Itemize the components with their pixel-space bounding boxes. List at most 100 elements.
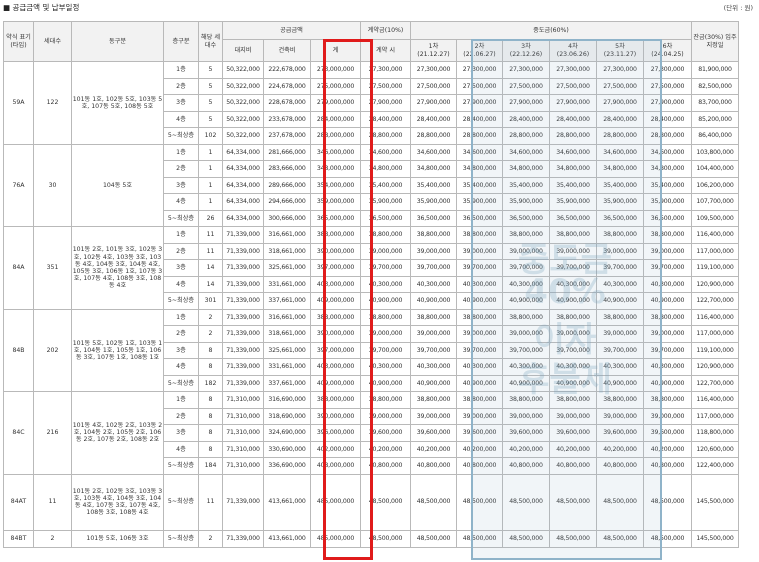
installment-1-cell: 48,500,000 <box>410 473 457 531</box>
watermark-line-4: 후불제 <box>518 360 612 400</box>
households-cell: 202 <box>33 308 72 392</box>
installment-1-cell: 38,800,000 <box>410 226 457 244</box>
dong-cell: 101동 5호, 106동 3호 <box>71 529 164 548</box>
floor-cell: 5~최상층 <box>163 292 199 310</box>
balance-cell: 122,700,000 <box>691 374 739 392</box>
balance-cell: 116,400,000 <box>691 308 739 326</box>
land-cell: 71,339,000 <box>222 242 264 260</box>
unit-count-cell: 26 <box>198 209 223 227</box>
land-cell: 64,334,000 <box>222 176 264 194</box>
unit-count-cell: 11 <box>198 242 223 260</box>
unit-count-cell: 1 <box>198 176 223 194</box>
land-cell: 71,339,000 <box>222 341 264 359</box>
balance-cell: 122,400,000 <box>691 457 739 475</box>
installment-1-cell: 39,700,000 <box>410 341 457 359</box>
balance-cell: 119,100,000 <box>691 259 739 277</box>
unit-count-cell: 184 <box>198 457 223 475</box>
installment-1-cell: 27,300,000 <box>410 61 457 79</box>
households-cell: 351 <box>33 226 72 310</box>
installment-label: 1차 <box>428 43 439 51</box>
balance-cell: 120,600,000 <box>691 440 739 458</box>
balance-cell: 103,800,000 <box>691 143 739 161</box>
header-households: 세대수 <box>33 21 72 62</box>
land-cell: 64,334,000 <box>222 209 264 227</box>
land-cell: 64,334,000 <box>222 143 264 161</box>
land-cell: 71,339,000 <box>222 259 264 277</box>
section-title: ■ 공급금액 및 납부일정 <box>3 3 80 12</box>
households-cell: 122 <box>33 61 72 145</box>
balance-cell: 116,400,000 <box>691 391 739 409</box>
unit-count-cell: 8 <box>198 440 223 458</box>
installment-1-cell: 28,800,000 <box>410 127 457 145</box>
header-row-1: 약식 표기 (타입) 세대수 동구분 층구분 해당 세대수 공급금액 계약금(1… <box>3 21 739 62</box>
installment-1-cell: 27,500,000 <box>410 77 457 95</box>
balance-cell: 104,400,000 <box>691 160 739 178</box>
floor-cell: 3층 <box>163 176 199 194</box>
header-middle: 중도금(60%) <box>410 21 692 40</box>
building-cell: 316,661,000 <box>263 308 311 326</box>
installment-1-cell: 40,900,000 <box>410 374 457 392</box>
floor-cell: 2층 <box>163 325 199 343</box>
installment-1-cell: 39,700,000 <box>410 259 457 277</box>
floor-cell: 2층 <box>163 242 199 260</box>
floor-cell: 5~최상층 <box>163 473 199 531</box>
type-cell: 84BT <box>3 529 34 548</box>
header-balance: 잔금(30%) 입주지정일 <box>691 21 739 62</box>
installment-1-cell: 39,000,000 <box>410 242 457 260</box>
installment-1-cell: 35,400,000 <box>410 176 457 194</box>
watermark-line-2: 40% <box>524 272 606 312</box>
floor-cell: 3층 <box>163 341 199 359</box>
dong-cell: 101동 4호, 102동 2호, 103동 2호, 104동 2호, 105동… <box>71 391 164 475</box>
floor-cell: 4층 <box>163 358 199 376</box>
floor-cell: 4층 <box>163 110 199 128</box>
installment-1-cell: 34,800,000 <box>410 160 457 178</box>
header-supply-price: 공급금액 <box>222 21 361 40</box>
unit-count-cell: 11 <box>198 473 223 531</box>
balance-cell: 117,000,000 <box>691 242 739 260</box>
header-dong: 동구분 <box>71 21 164 62</box>
type-cell: 84A <box>3 226 34 310</box>
installment-date: (21.12.27) <box>417 50 450 58</box>
type-cell: 59A <box>3 61 34 145</box>
balance-cell: 119,100,000 <box>691 341 739 359</box>
floor-cell: 3층 <box>163 259 199 277</box>
unit-count-cell: 8 <box>198 358 223 376</box>
header-deposit: 계약금(10%) <box>360 21 411 40</box>
balance-cell: 117,000,000 <box>691 407 739 425</box>
building-cell: 224,678,000 <box>263 77 311 95</box>
balance-cell: 82,500,000 <box>691 77 739 95</box>
building-cell: 228,678,000 <box>263 94 311 112</box>
header-land: 대지비 <box>222 39 264 62</box>
land-cell: 50,322,000 <box>222 127 264 145</box>
building-cell: 316,690,000 <box>263 391 311 409</box>
building-cell: 294,666,000 <box>263 193 311 211</box>
floor-cell: 1층 <box>163 226 199 244</box>
balance-cell: 83,700,000 <box>691 94 739 112</box>
balance-cell: 85,200,000 <box>691 110 739 128</box>
land-cell: 71,339,000 <box>222 308 264 326</box>
floor-cell: 5~최상층 <box>163 529 199 548</box>
land-cell: 71,310,000 <box>222 424 264 442</box>
unit-count-cell: 1 <box>198 193 223 211</box>
dong-cell: 101동 5호, 102동 1호, 103동 1호, 104동 1호, 105동… <box>71 308 164 392</box>
land-cell: 71,339,000 <box>222 473 264 531</box>
total-column-highlight-box <box>323 39 373 560</box>
unit-count-cell: 301 <box>198 292 223 310</box>
installment-1-cell: 39,600,000 <box>410 424 457 442</box>
unit-count-cell: 182 <box>198 374 223 392</box>
land-cell: 71,339,000 <box>222 275 264 293</box>
land-cell: 71,339,000 <box>222 358 264 376</box>
building-cell: 325,661,000 <box>263 341 311 359</box>
floor-cell: 2층 <box>163 77 199 95</box>
installment-1-cell: 48,500,000 <box>410 529 457 548</box>
floor-cell: 3층 <box>163 424 199 442</box>
balance-cell: 145,500,000 <box>691 473 739 531</box>
dong-cell: 104동 5호 <box>71 143 164 227</box>
balance-cell: 109,500,000 <box>691 209 739 227</box>
floor-cell: 1층 <box>163 391 199 409</box>
building-cell: 331,661,000 <box>263 275 311 293</box>
unit-label: (단위 : 원) <box>723 4 753 12</box>
floor-cell: 1층 <box>163 61 199 79</box>
balance-cell: 106,200,000 <box>691 176 739 194</box>
unit-count-cell: 8 <box>198 424 223 442</box>
